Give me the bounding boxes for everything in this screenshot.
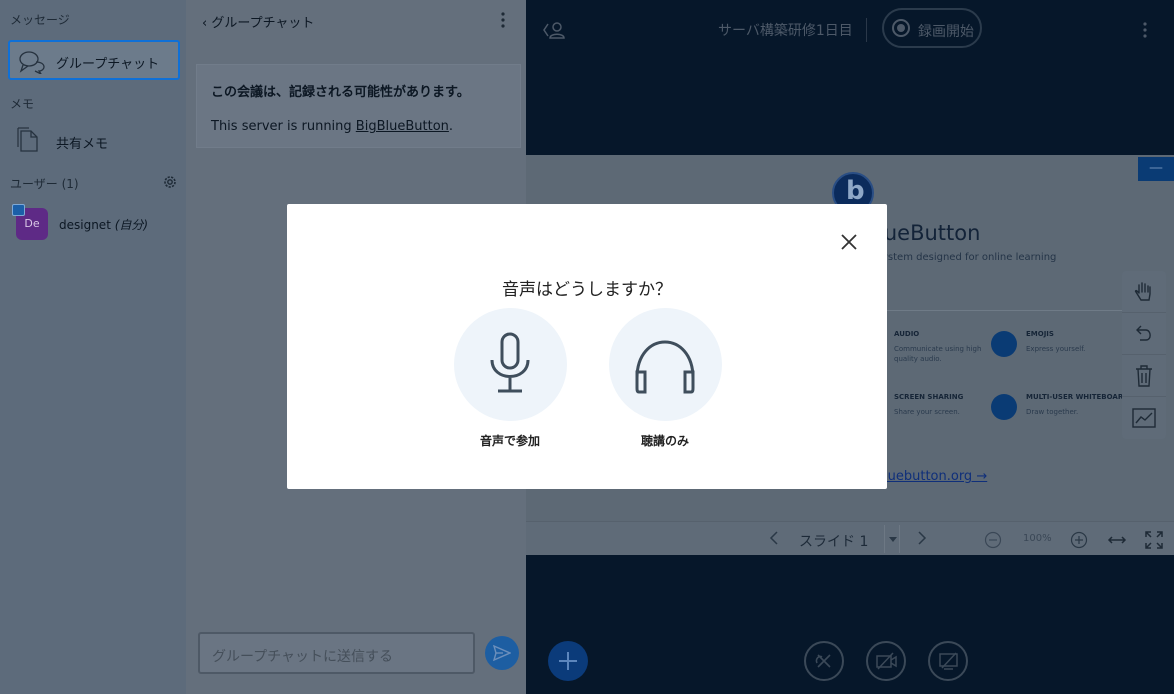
microphone-icon (490, 332, 530, 393)
modal-overlay: 音声はどうしますか？ 音声で参加 聴講のみ (0, 0, 1174, 694)
headphones-icon (635, 340, 695, 394)
join-microphone-button[interactable]: 音声で参加 (450, 307, 570, 448)
audio-modal: 音声はどうしますか？ 音声で参加 聴講のみ (287, 204, 887, 489)
microphone-circle (454, 308, 567, 421)
listen-only-label: 聴講のみ (640, 434, 689, 448)
close-icon[interactable] (839, 232, 859, 252)
headphones-circle (609, 308, 722, 421)
microphone-label: 音声で参加 (479, 434, 540, 448)
listen-only-button[interactable]: 聴講のみ (605, 307, 725, 448)
modal-title: 音声はどうしますか？ (502, 280, 672, 300)
